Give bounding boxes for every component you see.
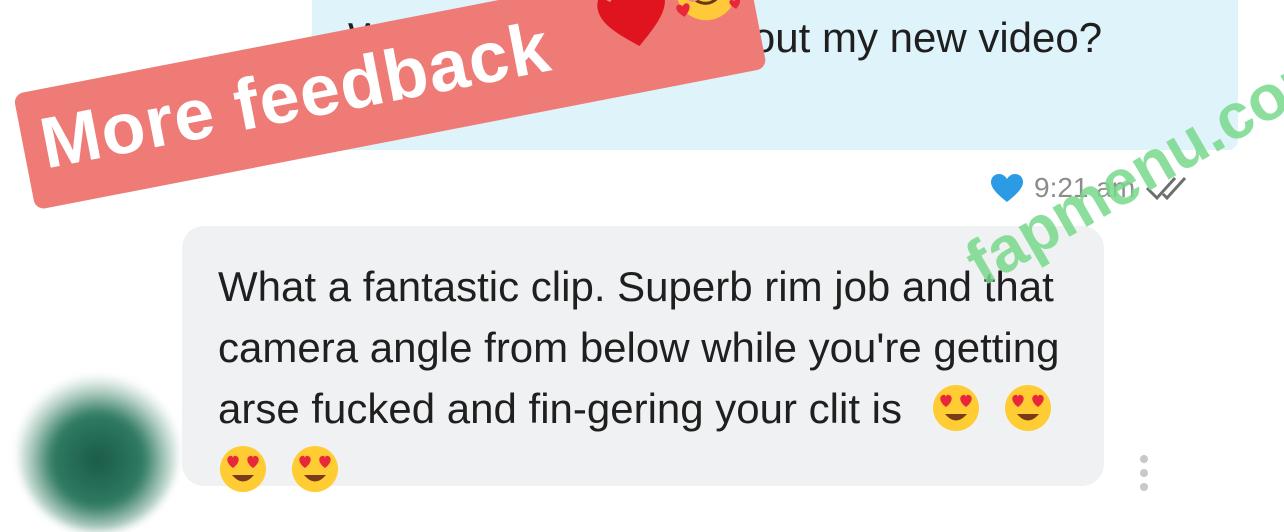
contact-avatar[interactable] [18, 372, 178, 532]
heart-eyes-emoji-icon [933, 385, 980, 431]
incoming-message-text: What a fantastic clip. Superb rim job an… [218, 256, 1078, 500]
heart-eyes-emoji-icon [291, 446, 338, 492]
message-options-icon[interactable] [1140, 455, 1148, 497]
incoming-message-bubble[interactable]: What a fantastic clip. Superb rim job an… [182, 226, 1104, 492]
heart-eyes-emoji-icon [220, 446, 266, 492]
heart-eyes-emoji-icon [1005, 385, 1052, 431]
